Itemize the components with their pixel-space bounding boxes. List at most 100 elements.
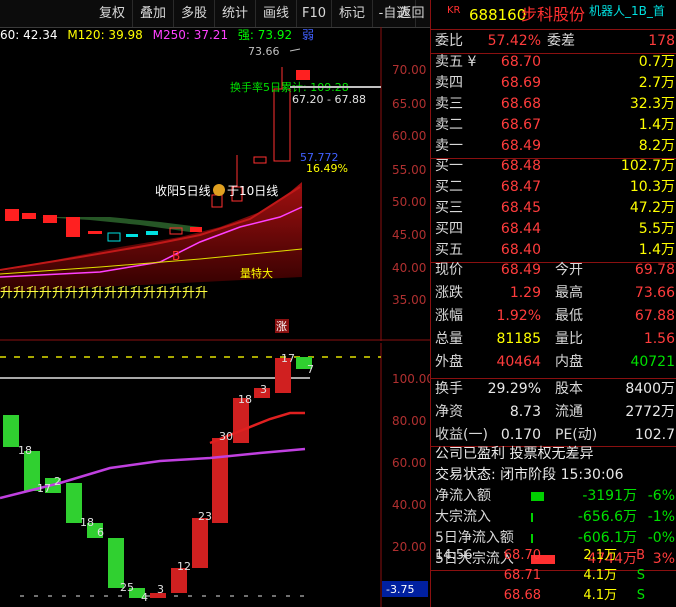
- order-row[interactable]: 卖二 68.67 1.4万: [431, 115, 676, 136]
- order-row[interactable]: 卖三 68.68 32.3万: [431, 94, 676, 115]
- stat-value: 68.49: [500, 262, 541, 278]
- stat-label: 净资: [435, 404, 463, 420]
- tick-volume: 2.1万: [583, 548, 617, 563]
- stat-label: PE(动): [555, 427, 598, 443]
- order-row[interactable]: 卖五 ¥ 68.70 0.7万: [431, 52, 676, 73]
- order-row[interactable]: 买三 68.45 47.2万: [431, 198, 676, 219]
- flow-bar: [531, 492, 544, 501]
- statistics-button[interactable]: 统计: [215, 0, 256, 27]
- order-volume: 0.7万: [638, 54, 675, 70]
- tick-row: 68.68 4.1万 S: [431, 585, 676, 606]
- bar-label: 4: [141, 591, 148, 604]
- order-price: 68.45: [500, 200, 541, 216]
- flow-label: 大宗流入: [435, 509, 491, 525]
- bottom-value: -3.75: [386, 583, 414, 596]
- buy-marker: B: [172, 249, 180, 263]
- limit-up-marks: 升升升升升升升升升升升升升升升升: [0, 286, 208, 301]
- order-label: 买四: [435, 221, 463, 237]
- weibi-value: 57.42%: [487, 33, 541, 49]
- chart-toolbar: 复权 叠加 多股 统计 画线 F10 标记 -自选 返回: [0, 0, 431, 28]
- stat-value: 67.88: [634, 308, 675, 324]
- tick-side: S: [636, 588, 645, 603]
- flow-row: 净流入额 -3191万 -6%: [431, 486, 676, 507]
- bar-label: 3: [157, 583, 164, 596]
- sector-tag[interactable]: 机器人_1B_首: [589, 0, 665, 23]
- order-row[interactable]: 买四 68.44 5.5万: [431, 219, 676, 240]
- back-button[interactable]: 返回: [393, 0, 431, 27]
- flow-bar: [531, 534, 533, 543]
- tick-row: 14:56 68.70 2.1万 B: [431, 545, 676, 566]
- price-tick: 70.00: [392, 63, 426, 77]
- order-price: 68.69: [500, 75, 541, 91]
- green-cloud: [40, 217, 200, 232]
- price-tick: 50.00: [392, 195, 426, 209]
- order-row[interactable]: 卖一 68.49 8.2万: [431, 136, 676, 157]
- trade-status: 交易状态: 闭市阶段 15:30:06: [435, 467, 624, 483]
- order-volume: 1.4万: [638, 242, 675, 258]
- flow-value: -656.6万: [577, 509, 637, 525]
- stat-value: 40464: [496, 354, 541, 370]
- bar-label: 18: [80, 516, 94, 529]
- flow-value: -3191万: [582, 488, 637, 504]
- weibi-label: 委比: [435, 33, 463, 49]
- pct-change: 16.49%: [306, 162, 348, 175]
- stat-value: 1.29: [509, 285, 541, 301]
- stat-value: 40721: [630, 354, 675, 370]
- flow-bar: [531, 513, 533, 522]
- indicator-tick: 40.00: [392, 498, 426, 512]
- order-price: 68.48: [500, 158, 541, 174]
- order-volume: 8.2万: [638, 138, 675, 154]
- stat-label: 最高: [555, 285, 583, 301]
- order-volume: 10.3万: [629, 179, 675, 195]
- order-volume: 47.2万: [629, 200, 675, 216]
- stat-label: 内盘: [555, 354, 583, 370]
- bar-label: 17: [281, 352, 295, 365]
- bar-label: 6: [97, 526, 104, 539]
- multi-stock-button[interactable]: 多股: [174, 0, 215, 27]
- bar-label: 7: [307, 363, 314, 376]
- price-tick: 65.00: [392, 97, 426, 111]
- flow-pct: -1%: [647, 509, 675, 525]
- order-label: 买二: [435, 179, 463, 195]
- stat-label: 换手: [435, 381, 463, 397]
- stat-value: 102.7: [634, 427, 675, 443]
- tick-side: S: [636, 568, 645, 583]
- tick-volume: 4.1万: [583, 588, 617, 603]
- order-row[interactable]: 买二 68.47 10.3万: [431, 177, 676, 198]
- order-volume: 102.7万: [620, 158, 675, 174]
- volume-note: 量特大: [240, 266, 273, 280]
- bar-label: 17: [37, 482, 51, 495]
- bar-label: 25: [120, 581, 134, 594]
- range-note: 67.20 - 67.88: [292, 93, 366, 106]
- cross-note: 收阳5日线: [155, 184, 211, 198]
- mark-button[interactable]: 标记: [332, 0, 373, 27]
- restore-rights-button[interactable]: 复权: [92, 0, 133, 27]
- candlestick-chart[interactable]: 73.66 换手率5日累计: 109.28 67.20 - 67.88 57.7…: [0, 27, 430, 341]
- stat-row: 现价 68.49 今开 69.78: [431, 260, 676, 281]
- overlay-button[interactable]: 叠加: [133, 0, 174, 27]
- tick-price: 68.68: [503, 588, 541, 603]
- f10-button[interactable]: F10: [297, 0, 332, 27]
- company-note: 公司已盈利 投票权无差异: [435, 446, 594, 462]
- order-row[interactable]: 买一 68.48 102.7万: [431, 156, 676, 177]
- tick-price: 68.70: [503, 548, 541, 563]
- flow-label: 净流入额: [435, 488, 491, 504]
- draw-line-button[interactable]: 画线: [256, 0, 297, 27]
- price-tick: 40.00: [392, 261, 426, 275]
- order-price: 68.44: [500, 221, 541, 237]
- stat-row: 收益(一) 0.170 PE(动) 102.7: [431, 425, 676, 446]
- indicator-chart[interactable]: 18 17 2 18 6 25 4 3 12 23 30 18 3 17 7 1…: [0, 343, 430, 607]
- order-row[interactable]: 买五 68.40 1.4万: [431, 240, 676, 261]
- order-label: 卖一: [435, 138, 463, 154]
- stat-value: 8400万: [625, 381, 675, 397]
- weibi-row: 委比 57.42% 委差 178: [431, 31, 676, 52]
- tick-row: 68.71 4.1万 S: [431, 565, 676, 586]
- stat-row: 涨幅 1.92% 最低 67.88: [431, 306, 676, 327]
- order-label: 卖五 ¥: [435, 54, 477, 70]
- stat-label: 今开: [555, 262, 583, 278]
- bar-label: 18: [18, 444, 32, 457]
- stat-label: 涨幅: [435, 308, 463, 324]
- order-row[interactable]: 卖四 68.69 2.7万: [431, 73, 676, 94]
- stat-row: 外盘 40464 内盘 40721: [431, 352, 676, 373]
- order-label: 买一: [435, 158, 463, 174]
